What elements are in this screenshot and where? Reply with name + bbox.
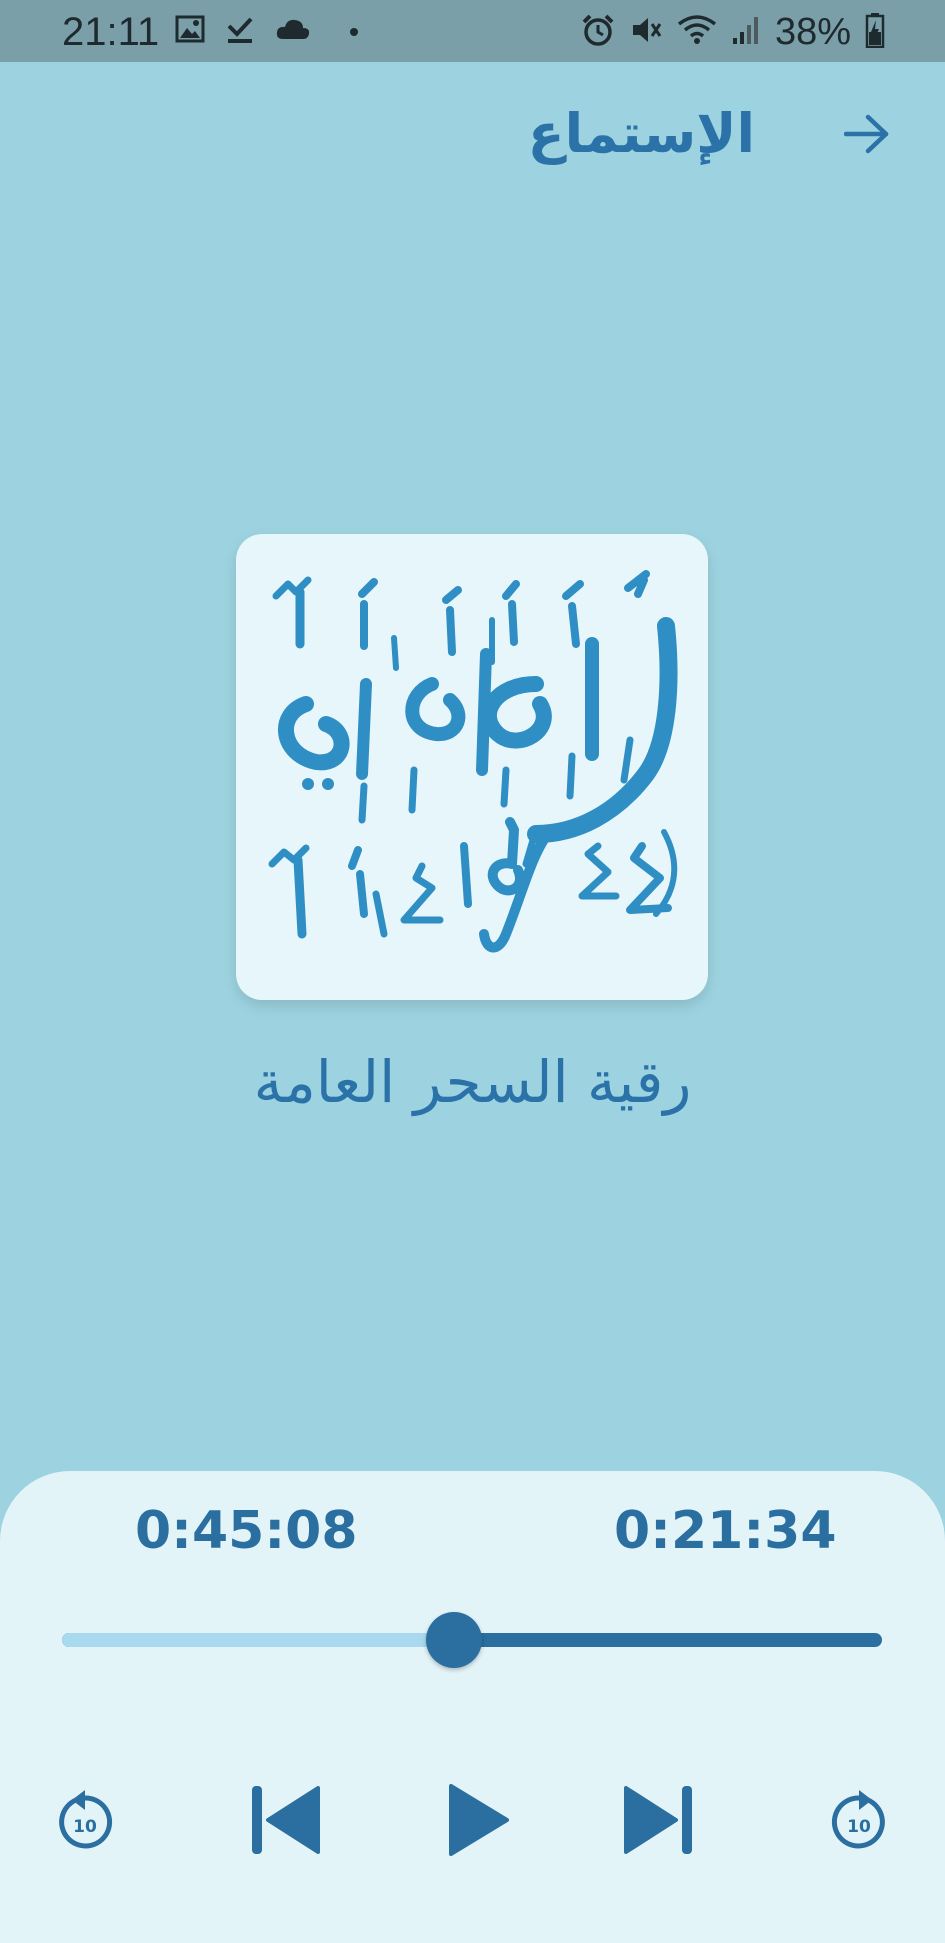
app-header: الإستماع bbox=[0, 62, 945, 212]
wifi-icon bbox=[677, 14, 717, 50]
play-icon bbox=[445, 1782, 511, 1862]
calligraphy-artwork bbox=[268, 570, 678, 953]
cloud-icon bbox=[275, 17, 311, 45]
seek-bar[interactable] bbox=[62, 1612, 882, 1668]
forward-10-icon: 10 bbox=[828, 1784, 890, 1860]
track-artwork bbox=[236, 534, 708, 1000]
skip-next-icon bbox=[620, 1782, 698, 1862]
skip-previous-icon bbox=[246, 1782, 324, 1862]
alarm-icon bbox=[581, 13, 615, 51]
image-icon bbox=[175, 15, 205, 47]
play-button[interactable] bbox=[438, 1782, 518, 1862]
mute-icon bbox=[629, 13, 663, 51]
battery-icon bbox=[865, 12, 885, 52]
status-time: 21:11 bbox=[62, 10, 160, 54]
arrow-right-icon bbox=[843, 114, 890, 158]
forward-10-button[interactable]: 10 bbox=[826, 1782, 892, 1862]
status-right-icons: 38% bbox=[581, 10, 885, 54]
back-button[interactable] bbox=[837, 106, 897, 166]
seek-thumb[interactable] bbox=[426, 1612, 482, 1668]
elapsed-time: 0:21:34 bbox=[614, 1501, 837, 1561]
status-bar: 21:11 38% bbox=[0, 0, 945, 62]
replay-10-icon: 10 bbox=[54, 1784, 116, 1860]
track-title: رقية السحر العامة bbox=[253, 1048, 692, 1116]
previous-track-button[interactable] bbox=[242, 1782, 328, 1862]
download-done-icon bbox=[225, 14, 255, 48]
seek-bar-remaining bbox=[62, 1633, 454, 1647]
signal-icon bbox=[731, 14, 761, 50]
status-left-icons bbox=[175, 14, 359, 48]
player-panel: 0:45:08 0:21:34 10 10 bbox=[0, 1471, 945, 1943]
rewind-seconds-label: 10 bbox=[73, 1817, 97, 1837]
next-track-button[interactable] bbox=[616, 1782, 702, 1862]
battery-percent: 38% bbox=[774, 11, 851, 53]
dot-icon bbox=[349, 22, 359, 41]
page-title: الإستماع bbox=[527, 102, 755, 165]
rewind-10-button[interactable]: 10 bbox=[52, 1782, 118, 1862]
duration-time: 0:45:08 bbox=[135, 1501, 358, 1561]
forward-seconds-label: 10 bbox=[847, 1817, 871, 1837]
